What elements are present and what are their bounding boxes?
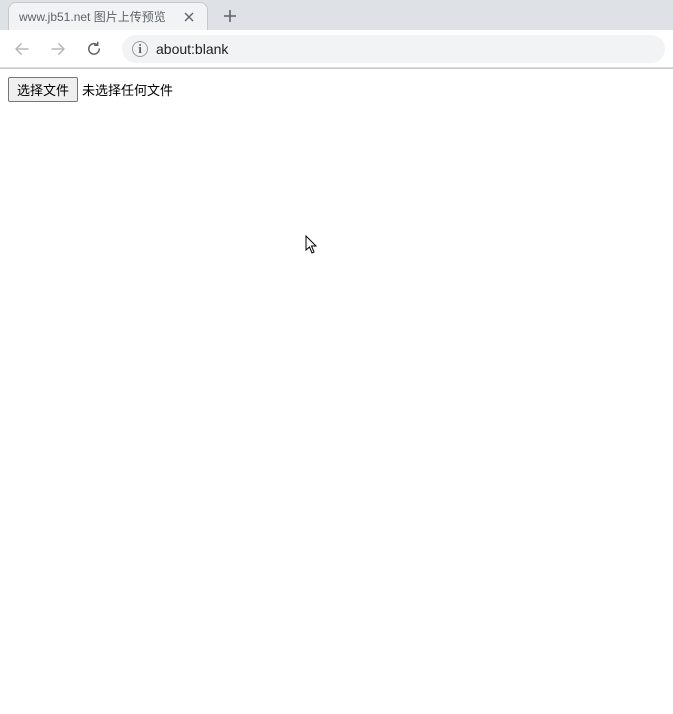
- back-button[interactable]: [8, 35, 36, 63]
- url-input[interactable]: [156, 41, 655, 57]
- reload-button[interactable]: [80, 35, 108, 63]
- tab-title: www.jb51.net 图片上传预览: [19, 8, 175, 25]
- page-content: 选择文件 未选择任何文件: [0, 69, 673, 110]
- choose-file-button[interactable]: 选择文件: [8, 77, 78, 102]
- address-bar[interactable]: i: [122, 35, 665, 63]
- arrow-right-icon: [49, 40, 67, 58]
- browser-chrome: www.jb51.net 图片上传预览 i: [0, 0, 673, 69]
- file-input-row: 选择文件 未选择任何文件: [8, 77, 665, 102]
- site-info-icon[interactable]: i: [132, 41, 148, 57]
- close-icon: [184, 12, 194, 22]
- close-tab-button[interactable]: [181, 9, 197, 25]
- arrow-left-icon: [13, 40, 31, 58]
- mouse-cursor-icon: [305, 235, 319, 255]
- plus-icon: [223, 9, 237, 23]
- new-tab-button[interactable]: [216, 2, 244, 30]
- tab-strip: www.jb51.net 图片上传预览: [0, 0, 673, 30]
- reload-icon: [85, 40, 103, 58]
- forward-button[interactable]: [44, 35, 72, 63]
- browser-toolbar: i: [0, 30, 673, 68]
- file-status-text: 未选择任何文件: [82, 80, 173, 99]
- browser-tab[interactable]: www.jb51.net 图片上传预览: [8, 2, 208, 30]
